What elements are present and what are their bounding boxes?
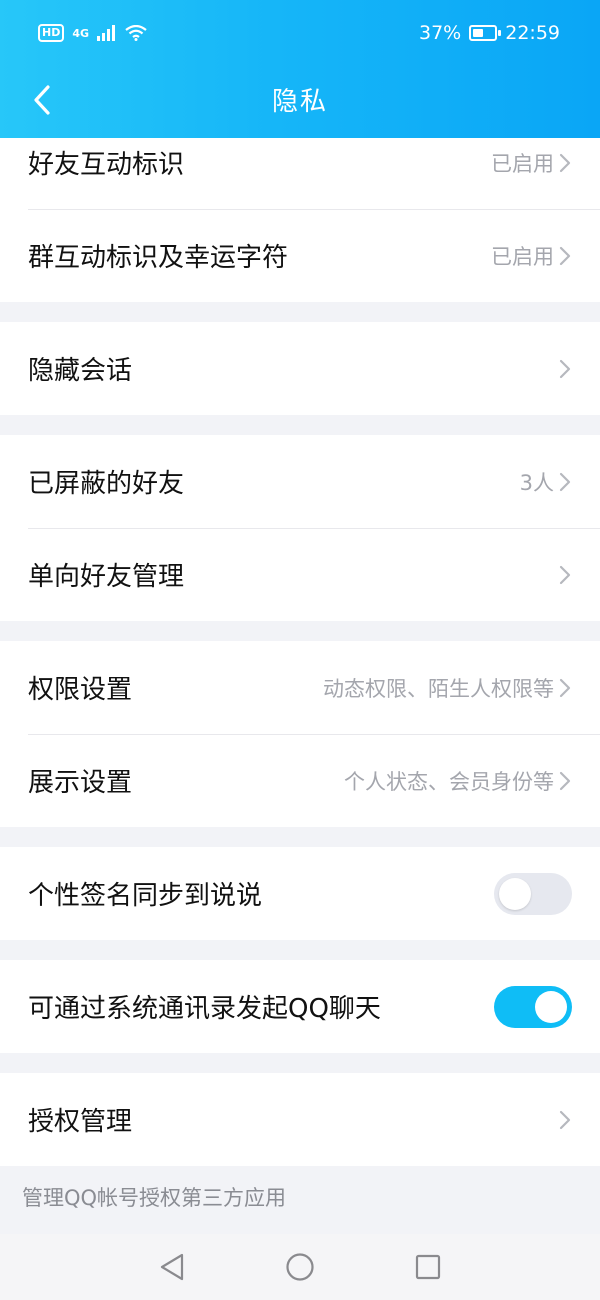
footer-note: 管理QQ帐号授权第三方应用: [22, 1186, 287, 1210]
wifi-icon: [125, 25, 147, 41]
settings-group: 可通过系统通讯录发起QQ聊天: [0, 960, 600, 1053]
chevron-left-icon: [34, 85, 50, 115]
chevron-right-icon: [559, 678, 571, 697]
settings-row[interactable]: 隐藏会话: [0, 322, 600, 415]
settings-row-value: 个人状态、会员身份等: [344, 769, 554, 794]
settings-row-label: 授权管理: [28, 1107, 133, 1137]
settings-row-right: [558, 564, 572, 586]
group-separator: [0, 940, 600, 960]
settings-row[interactable]: 个性签名同步到说说: [0, 847, 600, 940]
settings-row-right: [494, 985, 572, 1028]
system-recent-button[interactable]: [364, 1234, 492, 1300]
group-separator: [0, 621, 600, 641]
toggle-switch[interactable]: [494, 872, 572, 915]
group-separator: [0, 1053, 600, 1073]
settings-row-value: 动态权限、陌生人权限等: [323, 676, 554, 701]
battery-icon: [469, 25, 502, 41]
chevron-right-icon: [559, 565, 571, 584]
settings-row[interactable]: 可通过系统通讯录发起QQ聊天: [0, 960, 600, 1053]
settings-row-right: 个人状态、会员身份等: [344, 766, 572, 796]
settings-group: 个性签名同步到说说: [0, 847, 600, 940]
battery-percent: 37%: [419, 22, 462, 44]
page-title: 隐私: [271, 86, 328, 117]
settings-row[interactable]: 展示设置 个人状态、会员身份等: [0, 734, 600, 827]
settings-row-label: 好友互动标识: [28, 150, 185, 180]
settings-row[interactable]: 群互动标识及幸运字符 已启用: [0, 209, 600, 302]
chevron-right-icon: [559, 359, 571, 378]
settings-row-label: 权限设置: [28, 675, 133, 705]
toggle-knob: [535, 990, 567, 1023]
settings-row-label: 已屏蔽的好友: [28, 469, 185, 499]
settings-row[interactable]: 授权管理: [0, 1073, 600, 1166]
chevron-right-icon: [559, 472, 571, 491]
settings-row-right: [494, 872, 572, 915]
settings-row-right: 动态权限、陌生人权限等: [323, 673, 572, 703]
settings-group: 好友互动标识 已启用 群互动标识及幸运字符 已启用: [0, 138, 600, 302]
settings-row[interactable]: 单向好友管理: [0, 528, 600, 621]
settings-row-value: 3人: [519, 470, 554, 495]
system-nav-bar: [0, 1234, 600, 1300]
network-label: 4G: [72, 26, 90, 40]
triangle-back-icon: [160, 1253, 184, 1281]
settings-row-right: [558, 358, 572, 380]
chevron-right-icon: [559, 153, 571, 172]
status-left: HD 4G: [38, 24, 147, 42]
settings-group: 权限设置 动态权限、陌生人权限等展示设置 个人状态、会员身份等: [0, 641, 600, 827]
settings-row-label: 可通过系统通讯录发起QQ聊天: [28, 994, 381, 1024]
chevron-right-icon: [559, 246, 571, 265]
nav-bar: 隐私: [0, 66, 600, 132]
system-home-button[interactable]: [236, 1234, 364, 1300]
status-right: 37% 22:59: [419, 22, 560, 44]
settings-row-right: 已启用: [491, 148, 572, 178]
settings-row[interactable]: 好友互动标识 已启用: [0, 138, 600, 209]
group-separator: [0, 302, 600, 322]
toggle-switch[interactable]: [494, 985, 572, 1028]
settings-row-value: 已启用: [491, 151, 554, 176]
settings-row-label: 隐藏会话: [28, 356, 133, 386]
group-separator: [0, 415, 600, 435]
settings-row-right: 3人: [520, 467, 572, 497]
chevron-right-icon: [559, 771, 571, 790]
signal-icon: [97, 25, 116, 41]
clock: 22:59: [505, 22, 560, 44]
circle-home-icon: [286, 1253, 314, 1281]
settings-row[interactable]: 权限设置 动态权限、陌生人权限等: [0, 641, 600, 734]
settings-groups: 好友互动标识 已启用 群互动标识及幸运字符 已启用 隐藏会话 已屏蔽的好友 3人 单向好友管理…: [0, 138, 600, 1166]
settings-row[interactable]: 已屏蔽的好友 3人: [0, 435, 600, 528]
back-button[interactable]: [22, 80, 62, 120]
hd-icon: HD: [38, 24, 65, 42]
chevron-right-icon: [559, 1110, 571, 1129]
settings-row-label: 展示设置: [28, 768, 133, 798]
system-back-button[interactable]: [108, 1234, 236, 1300]
status-bar: HD 4G 37% 22:59: [0, 0, 600, 66]
settings-row-label: 群互动标识及幸运字符: [28, 243, 289, 273]
settings-group: 隐藏会话: [0, 322, 600, 415]
settings-row-right: [558, 1109, 572, 1131]
header: HD 4G 37% 22:59 隐私: [0, 0, 600, 138]
settings-row-value: 已启用: [491, 244, 554, 269]
settings-group: 已屏蔽的好友 3人单向好友管理: [0, 435, 600, 621]
settings-row-right: 已启用: [491, 241, 572, 271]
toggle-knob: [499, 877, 531, 910]
settings-row-label: 单向好友管理: [28, 562, 185, 592]
group-separator: [0, 827, 600, 847]
settings-group: 授权管理: [0, 1073, 600, 1166]
square-recent-icon: [415, 1254, 441, 1280]
settings-list: 好友互动标识 已启用 群互动标识及幸运字符 已启用 隐藏会话 已屏蔽的好友 3人 单向好友管理…: [0, 138, 600, 1230]
settings-row-label: 个性签名同步到说说: [28, 881, 263, 911]
